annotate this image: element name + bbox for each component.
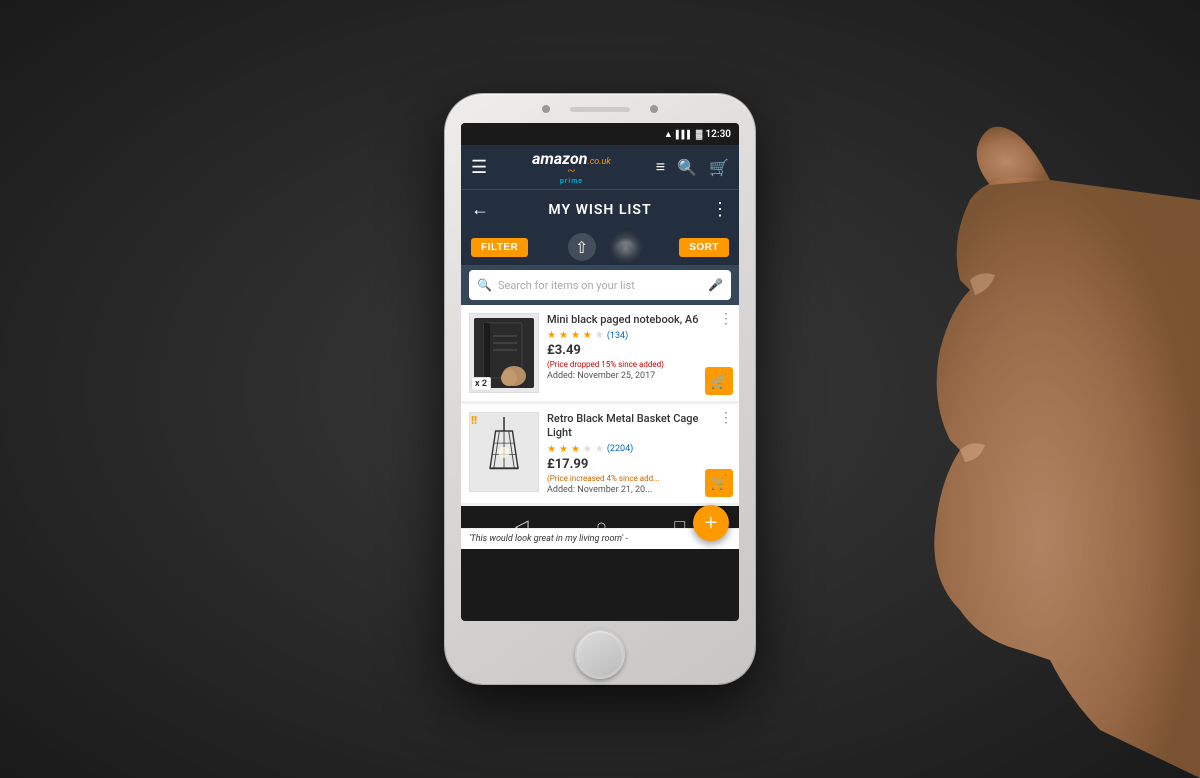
clock: 12:30: [705, 129, 731, 140]
phone-screen: ▲ ▌▌▌ ▓ 12:30 ☰ amazon .co.uk ~ prime: [461, 123, 739, 621]
review-count-2: (2204): [607, 444, 633, 454]
product-item-1: x 2 Mini black paged notebook, A6 ★ ★ ★ …: [461, 305, 739, 401]
lamp-image: [477, 417, 532, 487]
scene: ▲ ▌▌▌ ▓ 12:30 ☰ amazon .co.uk ~ prime: [0, 0, 1200, 778]
filter-button[interactable]: FILTER: [471, 238, 528, 257]
wishlist-toolbar: ← MY WISH LIST ⋮: [461, 189, 739, 229]
star2-2: ★: [559, 444, 568, 455]
star-2: ★: [559, 330, 568, 341]
header-action-icons: ≡ 🔍 🛒: [656, 157, 729, 177]
eye-icon: 👁: [616, 238, 636, 257]
prime-label: prime: [560, 177, 583, 185]
quantity-badge-1: x 2: [471, 377, 491, 391]
share-button[interactable]: ⇧: [568, 233, 596, 261]
search-icon[interactable]: 🔍: [677, 158, 697, 177]
earpiece-speaker: [570, 107, 630, 112]
item-menu-2[interactable]: ⋮: [719, 410, 733, 426]
price-2: £17.99: [547, 457, 701, 472]
phone-device: ▲ ▌▌▌ ▓ 12:30 ☰ amazon .co.uk ~ prime: [445, 94, 755, 684]
stars-row-1: ★ ★ ★ ★ ★ (134): [547, 330, 701, 341]
star-4: ★: [583, 330, 592, 341]
status-icons: ▲ ▌▌▌ ▓ 12:30: [664, 129, 731, 140]
product-image-wrapper-2: !!: [469, 412, 539, 492]
product-image-wrapper-1: x 2: [469, 313, 539, 393]
star-5: ★: [595, 330, 604, 341]
product-details-2: Retro Black Metal Basket Cage Light ★ ★ …: [547, 412, 731, 495]
price-note-2: (Price increased 4% since add...: [547, 474, 701, 483]
star2-3: ★: [571, 444, 580, 455]
phone-top-bar: [500, 99, 700, 119]
star-3: ★: [571, 330, 580, 341]
product-details-1: Mini black paged notebook, A6 ★ ★ ★ ★ ★ …: [547, 313, 731, 393]
star2-4: ★: [583, 444, 592, 455]
added-date-1: Added: November 25, 2017: [547, 371, 701, 381]
sort-button[interactable]: SORT: [679, 238, 729, 257]
product-item-2: !!: [461, 404, 739, 503]
star2-5: ★: [595, 444, 604, 455]
sensor: [650, 105, 658, 113]
page-title: MY WISH LIST: [489, 202, 711, 218]
status-bar: ▲ ▌▌▌ ▓ 12:30: [461, 123, 739, 145]
search-input[interactable]: Search for items on your list: [498, 279, 702, 292]
logo-suffix: .co.uk: [587, 157, 610, 167]
add-to-cart-button-1[interactable]: 🛒: [705, 367, 733, 395]
filter-sort-row: FILTER ⇧ 👁 SORT: [461, 229, 739, 265]
cart-icon-2: 🛒: [710, 474, 727, 491]
search-input-icon: 🔍: [477, 278, 492, 292]
amazon-header: ☰ amazon .co.uk ~ prime ≡ 🔍 🛒: [461, 145, 739, 189]
cart-icon-1: 🛒: [710, 373, 727, 390]
review-count-1: (134): [607, 331, 628, 341]
product-name-1: Mini black paged notebook, A6: [547, 313, 701, 327]
share-icon: ⇧: [575, 238, 588, 257]
exclamation-badge-2: !!: [471, 414, 477, 427]
wifi-icon: ▲: [664, 129, 673, 140]
battery-icon: ▓: [696, 129, 703, 140]
product-list-inner: x 2 Mini black paged notebook, A6 ★ ★ ★ …: [461, 305, 739, 506]
added-date-2: Added: November 21, 20...: [547, 485, 701, 495]
stars-row-2: ★ ★ ★ ★ ★ (2204): [547, 444, 701, 455]
back-button[interactable]: ←: [471, 199, 489, 220]
product-image-2: [469, 412, 539, 492]
search-bar: 🔍 Search for items on your list 🎤: [461, 265, 739, 305]
prime-swoosh: ~: [568, 166, 576, 177]
product-list: x 2 Mini black paged notebook, A6 ★ ★ ★ …: [461, 305, 739, 506]
home-button[interactable]: [575, 629, 625, 679]
search-input-wrapper[interactable]: 🔍 Search for items on your list 🎤: [469, 270, 731, 300]
visibility-button[interactable]: 👁: [612, 233, 640, 261]
message-icon[interactable]: ≡: [656, 157, 665, 177]
share-visibility-icons: ⇧ 👁: [536, 233, 671, 261]
front-camera: [542, 105, 550, 113]
hamburger-icon[interactable]: ☰: [471, 157, 487, 178]
mic-icon[interactable]: 🎤: [708, 278, 723, 292]
price-1: £3.49: [547, 343, 701, 358]
signal-icon: ▌▌▌: [676, 130, 693, 139]
add-to-cart-button-2[interactable]: 🛒: [705, 469, 733, 497]
amazon-logo[interactable]: amazon .co.uk ~ prime: [532, 149, 611, 185]
cart-icon[interactable]: 🛒: [709, 158, 729, 177]
item-menu-1[interactable]: ⋮: [719, 311, 733, 327]
product-name-2: Retro Black Metal Basket Cage Light: [547, 412, 701, 441]
price-note-1: (Price dropped 15% since added): [547, 360, 701, 369]
star2-1: ★: [547, 444, 556, 455]
more-options-button[interactable]: ⋮: [711, 199, 729, 220]
star-1: ★: [547, 330, 556, 341]
